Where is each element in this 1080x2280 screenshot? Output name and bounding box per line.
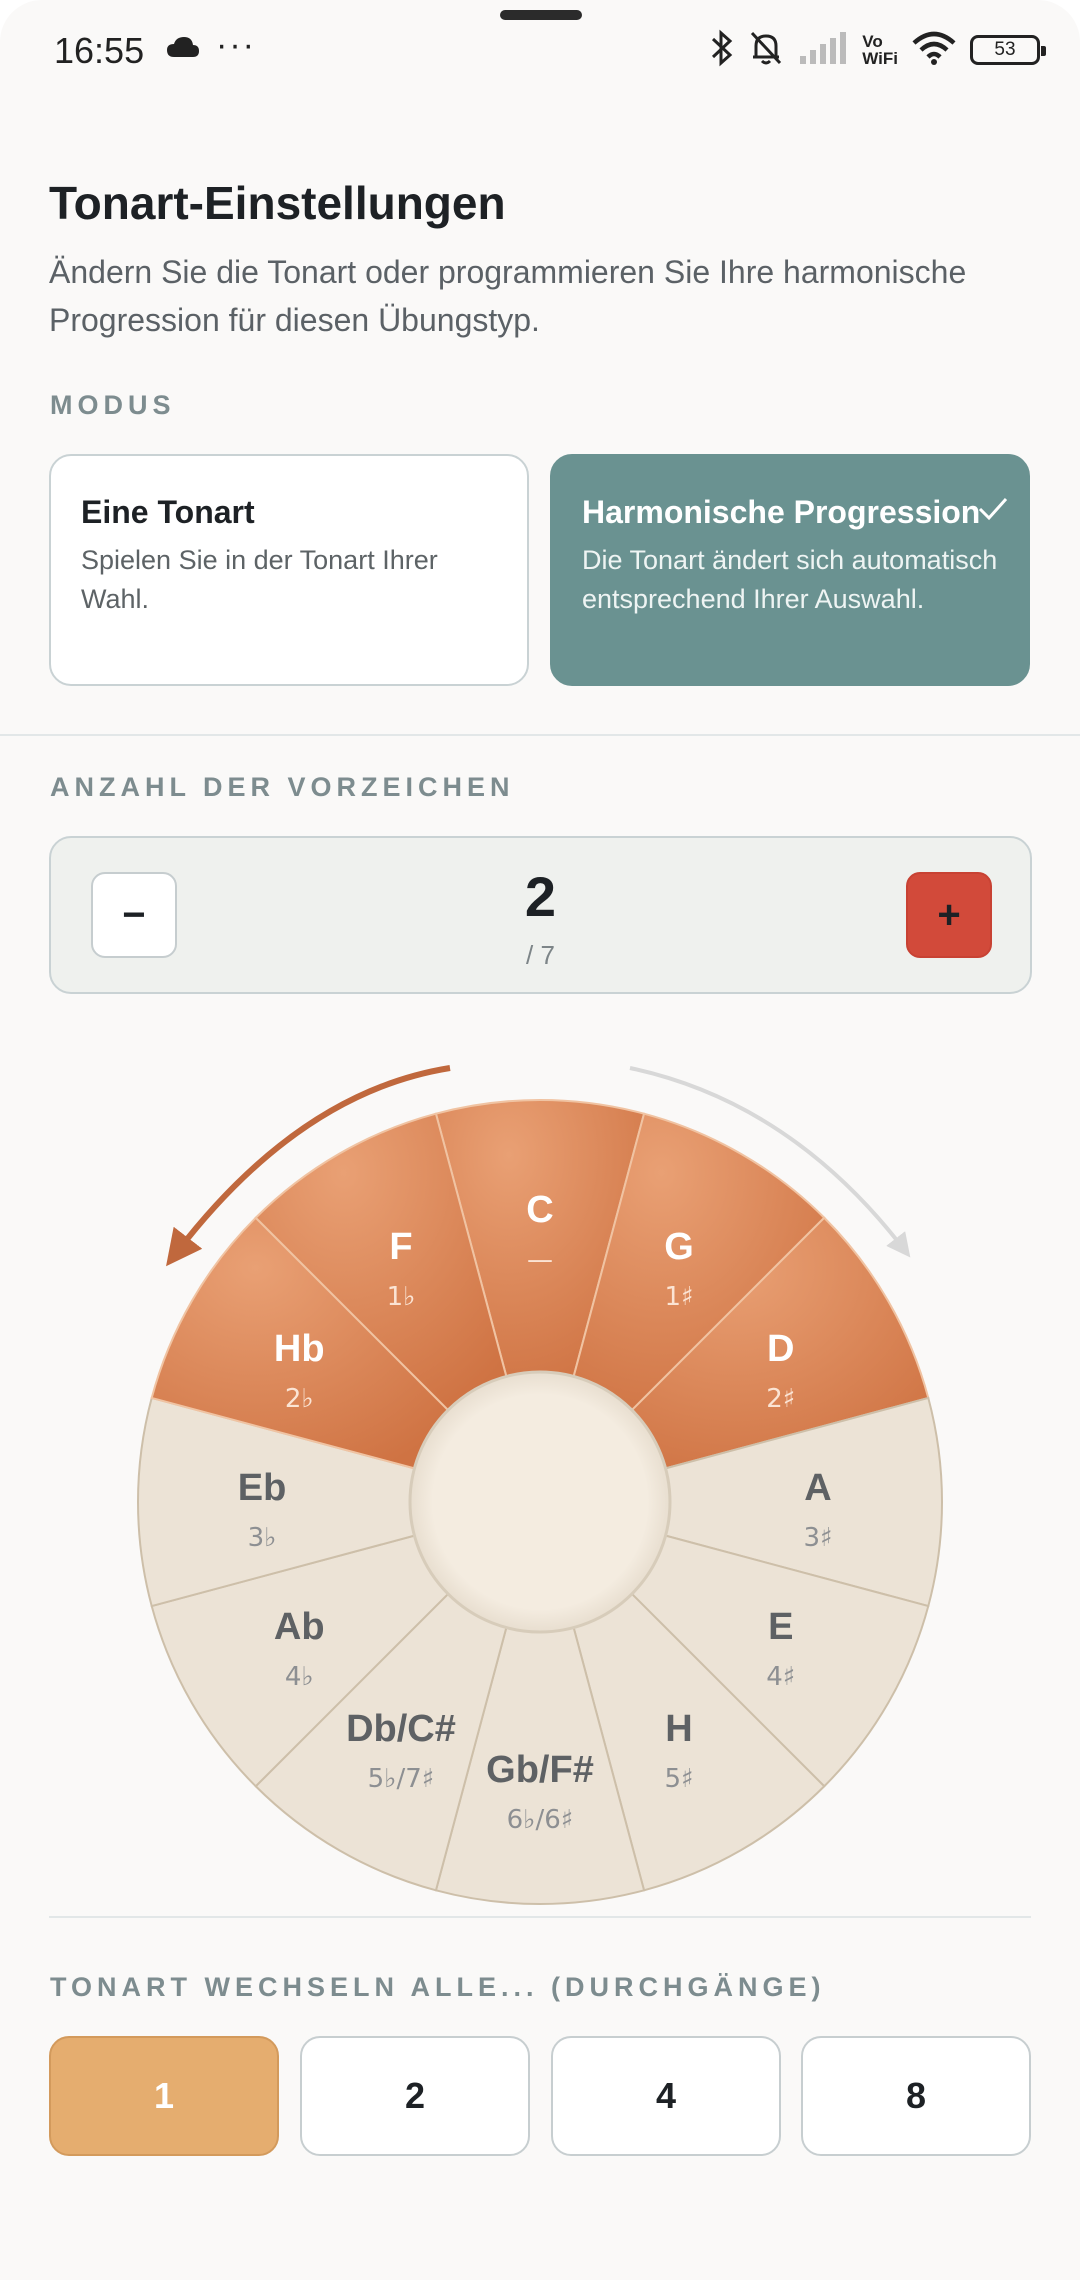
key-accidentals: 3♭ — [248, 1523, 277, 1553]
settings-sheet: 16:55 ··· Vo WiFi 53 Tonart-Einstellunge… — [0, 0, 1080, 2280]
page-subtitle: Ändern Sie die Tonart oder programmieren… — [49, 254, 967, 338]
vowifi-indicator: Vo WiFi — [862, 33, 898, 67]
accidentals-section-label: ANZAHL DER VORZEICHEN — [50, 772, 515, 802]
key-accidentals: 6♭/6♯ — [507, 1805, 574, 1835]
mode-option-title: Eine Tonart — [81, 494, 255, 530]
key-name: C — [526, 1189, 553, 1231]
mode-option-harmonic-progression[interactable]: Harmonische Progression Die Tonart änder… — [550, 454, 1030, 686]
battery-indicator: 53 — [970, 35, 1046, 65]
key-name: Ab — [274, 1606, 325, 1648]
page-title: Tonart-Einstellungen — [49, 177, 506, 229]
key-name: Gb/F# — [486, 1749, 594, 1791]
bell-muted-icon — [748, 29, 784, 72]
key-name: Db/C# — [346, 1708, 456, 1750]
key-accidentals: — — [527, 1245, 553, 1275]
key-accidentals: 2♯ — [766, 1384, 795, 1414]
wheel-hub — [408, 1370, 672, 1634]
interval-option-1[interactable]: 1 — [49, 2036, 279, 2156]
key-accidentals: 1♯ — [664, 1282, 693, 1312]
accidentals-stepper: − 2 / 7 + — [49, 836, 1032, 994]
more-notifications-icon: ··· — [216, 26, 256, 64]
mode-section-label: MODUS — [50, 390, 176, 420]
key-accidentals: 2♭ — [285, 1384, 314, 1414]
vowifi-line2: WiFi — [862, 49, 898, 68]
key-name: Eb — [238, 1467, 287, 1509]
mode-option-title: Harmonische Progression — [582, 494, 981, 530]
bluetooth-icon — [710, 29, 734, 72]
wifi-icon — [912, 31, 956, 70]
section-divider — [0, 734, 1080, 736]
key-name: A — [804, 1467, 831, 1509]
accidentals-value: 2 — [524, 865, 557, 928]
key-accidentals: 3♯ — [803, 1523, 832, 1553]
signal-icon — [798, 31, 848, 69]
cloud-icon — [166, 36, 200, 63]
status-time: 16:55 — [54, 30, 145, 71]
increment-button[interactable]: + — [906, 872, 992, 958]
key-accidentals: 1♭ — [387, 1282, 416, 1312]
circle-of-fifths: C — G 1♯ D 2♯ A 3♯ E 4♯ H 5♯ Gb/F# 6♭/6♯ Db/C# 5♭/7♯ Ab 4… — [137, 1065, 943, 1905]
key-accidentals: 4♭ — [285, 1662, 314, 1692]
key-name: Hb — [274, 1328, 325, 1370]
key-name: D — [767, 1328, 794, 1370]
key-name: E — [768, 1606, 793, 1648]
interval-option-2[interactable]: 2 — [300, 2036, 530, 2156]
check-icon — [978, 496, 1008, 527]
interval-option-4[interactable]: 4 — [551, 2036, 781, 2156]
mode-option-single-key[interactable]: Eine Tonart Spielen Sie in der Tonart Ih… — [49, 454, 529, 686]
key-name: F — [389, 1226, 412, 1268]
accidentals-max: / 7 — [526, 940, 555, 970]
key-name: H — [665, 1708, 692, 1750]
key-accidentals: 4♯ — [766, 1662, 795, 1692]
status-icons: Vo WiFi 53 — [710, 28, 1046, 72]
mode-option-description: Spielen Sie in der Tonart Ihrer Wahl. — [81, 545, 438, 614]
mode-option-description: Die Tonart ändert sich automatisch entsp… — [582, 545, 998, 614]
status-bar: 16:55 ··· Vo WiFi 53 — [0, 0, 1080, 100]
key-accidentals: 5♭/7♯ — [368, 1764, 435, 1794]
section-divider — [49, 1916, 1031, 1918]
key-accidentals: 5♯ — [664, 1764, 693, 1794]
key-name: G — [664, 1226, 694, 1268]
interval-option-8[interactable]: 8 — [801, 2036, 1031, 2156]
interval-section-label: TONART WECHSELN ALLE... (DURCHGÄNGE) — [50, 1972, 826, 2002]
